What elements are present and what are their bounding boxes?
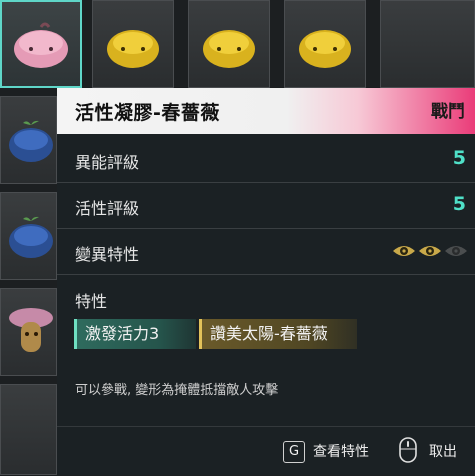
- blue-slime-icon: [9, 120, 53, 162]
- pink-slime-icon: [14, 22, 68, 68]
- panel-header: 活性凝膠-春薔薇 戰鬥: [57, 88, 475, 134]
- mutation-row: 變異特性: [57, 230, 475, 275]
- yellow-slime-icon: [203, 30, 255, 68]
- inventory-slot-yellow-slime-1[interactable]: [92, 0, 174, 88]
- mouse-icon: [399, 437, 417, 463]
- stat-label: 異能評級: [75, 153, 140, 172]
- mutation-label: 變異特性: [75, 245, 140, 264]
- item-title: 活性凝膠-春薔薇: [75, 102, 220, 124]
- eye-icon-filled: [419, 246, 441, 256]
- stat-row-ability-rating: 異能評級 5: [57, 138, 475, 183]
- stat-label: 活性評級: [75, 199, 140, 218]
- take-out-button[interactable]: 取出: [429, 441, 457, 461]
- inventory-slot-yellow-slime-3[interactable]: [284, 0, 366, 88]
- stat-value: 5: [452, 147, 466, 169]
- item-detail-panel: 活性凝膠-春薔薇 戰鬥 異能評級 5 活性評級 5 變異特性 特性 激發活力3 …: [57, 88, 475, 475]
- inventory-slot-empty[interactable]: [380, 0, 475, 88]
- mushroom-creature-icon: [9, 308, 53, 352]
- eye-icon-filled: [393, 246, 415, 256]
- inventory-slot-yellow-slime-2[interactable]: [188, 0, 270, 88]
- stat-row-activity-rating: 活性評級 5: [57, 184, 475, 229]
- yellow-slime-icon: [107, 30, 159, 68]
- mutation-level-indicator: [392, 243, 468, 259]
- item-description: 可以參戰, 變形為掩體抵擋敵人攻擊: [75, 383, 279, 398]
- trait-chip-praise-sun[interactable]: 讚美太陽-春薔薇: [199, 319, 357, 349]
- inventory-slot-blue-slime-1[interactable]: [0, 96, 57, 184]
- inventory-slot-pink-slime[interactable]: [0, 0, 82, 88]
- trait-chip-vitality[interactable]: 激發活力3: [74, 319, 196, 349]
- inspect-traits-button[interactable]: 查看特性: [313, 441, 369, 461]
- inventory-slot-blue-slime-2[interactable]: [0, 192, 57, 280]
- inventory-slot-empty-bottom[interactable]: [0, 384, 57, 475]
- yellow-slime-icon: [299, 30, 351, 68]
- eye-icon-empty: [445, 246, 467, 256]
- panel-footer: G 查看特性 取出: [57, 426, 475, 476]
- item-type-badge: 戰鬥: [431, 102, 465, 122]
- blue-slime-icon: [9, 216, 53, 258]
- keyboard-g-icon: G: [283, 441, 305, 463]
- stat-value: 5: [452, 193, 466, 215]
- inventory-slot-mushroom[interactable]: [0, 288, 57, 376]
- traits-label: 特性: [75, 292, 108, 311]
